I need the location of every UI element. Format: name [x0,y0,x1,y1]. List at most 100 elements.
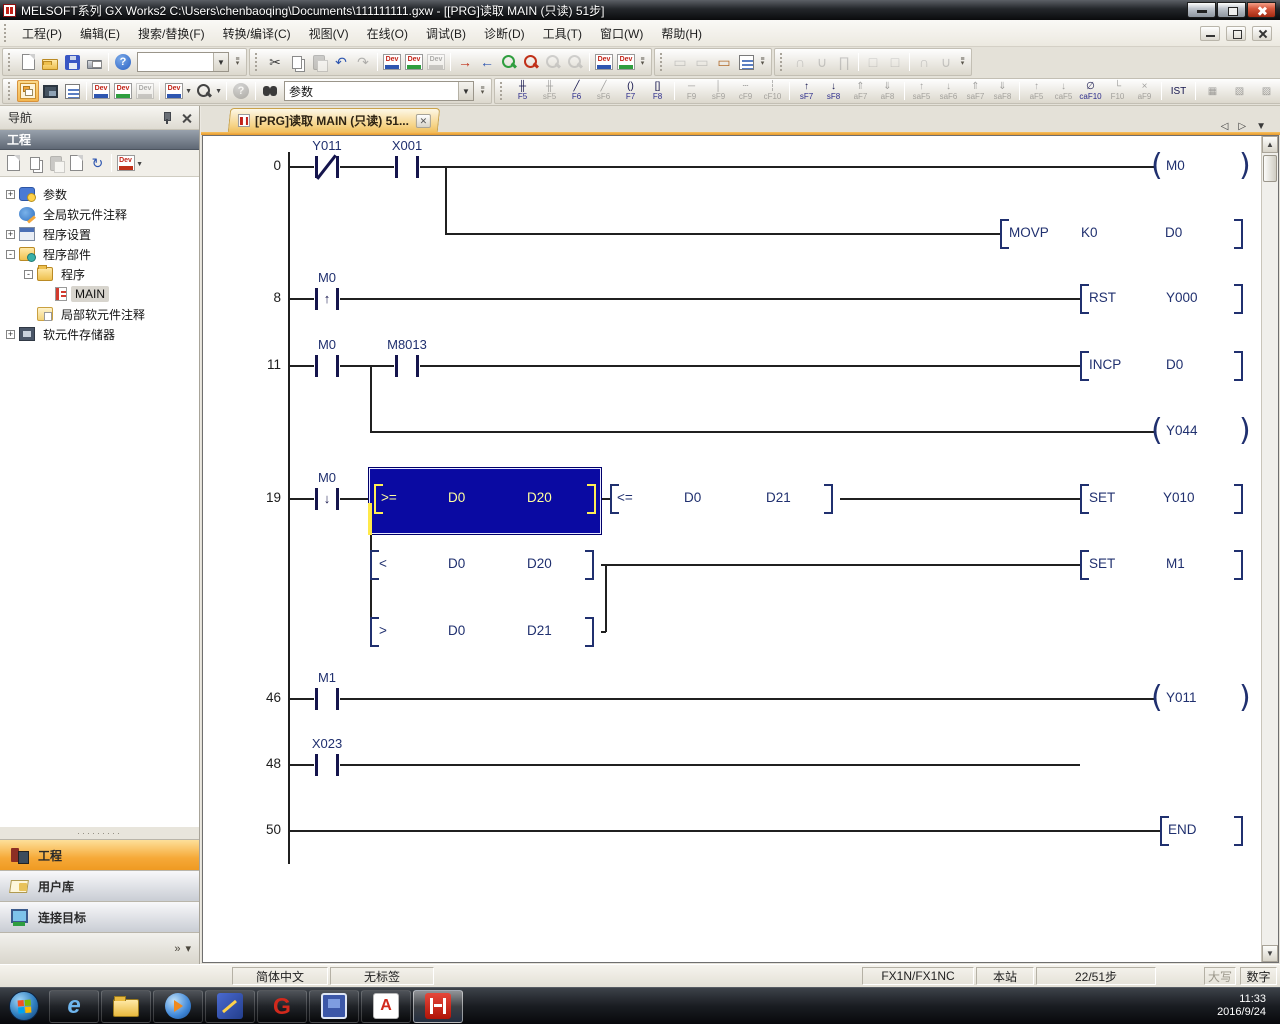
nav-button-lib[interactable]: 用户库 [0,870,199,901]
device-display-drop-icon[interactable]: ▼ [185,88,192,95]
coil-button[interactable]: ()F7 [617,79,644,103]
help-icon[interactable]: ? [112,51,134,73]
tree-expander-icon[interactable]: - [6,250,15,259]
navigation-window-icon[interactable] [17,80,39,102]
tab-close-icon[interactable]: ✕ [416,114,431,128]
menu-item[interactable]: 视图(V) [300,21,358,46]
print-icon[interactable] [83,51,105,73]
remote-desktop-taskbar-button[interactable] [309,990,359,1023]
window-arrange-icon[interactable]: ▭ [713,51,735,73]
dev-comment-find-icon[interactable]: Dev [90,80,112,102]
sort-filter-drop-icon[interactable]: ▼ [136,161,143,168]
write-to-plc-icon[interactable]: → [454,51,476,73]
menu-item[interactable]: 调试(B) [417,21,475,46]
ladder-canvas[interactable]: 081119464850Y011X001↑M0M0M8013↓M0M1X023(… [203,136,1261,962]
menu-item[interactable]: 窗口(W) [591,21,652,46]
toolbar-overflow-icon[interactable]: ≡▾ [477,87,488,95]
device-memory-icon[interactable]: Dev [403,51,425,73]
adobe-reader-taskbar-button[interactable]: A [361,990,411,1023]
read-from-plc-icon[interactable]: ← [476,51,498,73]
mdi-minimize-button[interactable] [1200,26,1220,41]
tree-expander-icon[interactable]: + [6,330,15,339]
close-button[interactable] [1247,2,1276,18]
search-combo[interactable]: 参数▼ [284,81,474,101]
contact-no[interactable] [394,156,420,178]
cut-icon[interactable]: ✂ [264,51,286,73]
tree-expander-icon[interactable]: + [6,230,15,239]
start-button[interactable] [9,991,39,1021]
toolbar-overflow-icon[interactable]: ≡▾ [232,58,243,66]
tab-scroll-left-icon[interactable]: ◁ [1221,121,1229,132]
design-tool-taskbar-button[interactable] [205,990,255,1023]
contact-no[interactable] [314,355,340,377]
refresh-view-icon[interactable]: ↻ [87,153,108,174]
windows-explorer-taskbar-button[interactable] [101,990,151,1023]
selected-cell[interactable] [368,467,602,535]
undo-icon[interactable]: ↶ [330,51,352,73]
contact-no[interactable] [394,355,420,377]
tab-main-program[interactable]: [PRG]读取 MAIN (只读) 51... ✕ [228,108,441,132]
new-project-icon[interactable] [17,51,39,73]
pin-icon[interactable] [162,111,171,124]
media-player-taskbar-button[interactable] [153,990,203,1023]
tree-item[interactable]: MAIN [0,284,199,304]
nav-button-proj[interactable]: 工程 [0,839,199,870]
contact-down[interactable]: ↓ [314,488,340,510]
tree-item[interactable]: -程序 [0,264,199,284]
menu-item[interactable]: 帮助(H) [652,21,711,46]
window-combo[interactable]: ▼ [137,52,229,72]
open-project-icon[interactable] [39,51,61,73]
minimize-button[interactable] [1187,2,1216,18]
menu-item[interactable]: 在线(O) [358,21,417,46]
copy-icon[interactable] [286,51,308,73]
tree-expander-icon[interactable]: + [6,190,15,199]
mdi-close-button[interactable] [1252,26,1272,41]
application-instruction-button[interactable]: []F8 [644,79,671,103]
menu-item[interactable]: 搜索/替换(F) [129,21,214,46]
closed-contact-button[interactable]: ╱F6 [563,79,590,103]
footer-drop-icon[interactable]: ▾ [185,942,191,955]
tree-item[interactable]: +参数 [0,184,199,204]
tree-item[interactable]: +软元件存储器 [0,324,199,344]
tab-scroll-right-icon[interactable]: ▷ [1238,121,1246,132]
menu-item[interactable]: 编辑(E) [71,21,129,46]
vertical-scrollbar[interactable]: ▲ ▼ [1261,136,1278,962]
tree-item[interactable]: 全局软元件注释 [0,204,199,224]
nav-close-icon[interactable] [181,112,193,124]
tree-expander-icon[interactable]: - [24,270,33,279]
internet-explorer-taskbar-button[interactable]: e [49,990,99,1023]
panel-splitter[interactable]: ········· [0,827,199,839]
contact-no[interactable] [314,688,340,710]
scroll-down-icon[interactable]: ▼ [1262,945,1278,962]
screen-display-icon[interactable] [735,51,757,73]
combo-drop-icon[interactable]: ▼ [213,53,228,71]
toolbar-overflow-icon[interactable]: ≡▾ [757,58,768,66]
combo-drop-icon[interactable]: ▼ [458,82,473,100]
g-application-taskbar-button[interactable]: G [257,990,307,1023]
sort-filter-icon[interactable]: Dev▼ [115,153,136,174]
falling-pulse-button[interactable]: ↓sF8 [820,79,847,103]
device-comment-icon[interactable]: Dev [381,51,403,73]
menu-item[interactable]: 诊断(D) [475,21,534,46]
new-data-icon[interactable] [3,153,24,174]
menu-item[interactable]: 工具(T) [534,21,591,46]
device-search-icon[interactable]: ▼ [193,80,215,102]
device-search-drop-icon[interactable]: ▼ [215,88,222,95]
save-project-icon[interactable] [61,51,83,73]
toolbar-overflow-icon[interactable]: ≡▾ [637,58,648,66]
restore-button[interactable] [1217,2,1246,18]
invert-result-button[interactable]: ∅caF10 [1077,79,1104,103]
tree-item[interactable]: -程序部件 [0,244,199,264]
device-display-icon[interactable]: Dev▼ [163,80,185,102]
footer-chevron-icon[interactable]: » [174,943,180,955]
tab-list-drop-icon[interactable]: ▼ [1256,121,1266,132]
tree-item[interactable]: 局部软元件注释 [0,304,199,324]
scroll-up-icon[interactable]: ▲ [1262,136,1278,153]
nav-button-conn[interactable]: 连接目标 [0,901,199,932]
taskbar-clock[interactable]: 11:33 2016/9/24 [1217,993,1270,1019]
contact-nc[interactable] [314,156,340,178]
monitor-stop-icon[interactable] [520,51,542,73]
module-configuration-icon[interactable] [39,80,61,102]
data-properties-icon[interactable] [66,153,87,174]
mdi-restore-button[interactable] [1226,26,1246,41]
